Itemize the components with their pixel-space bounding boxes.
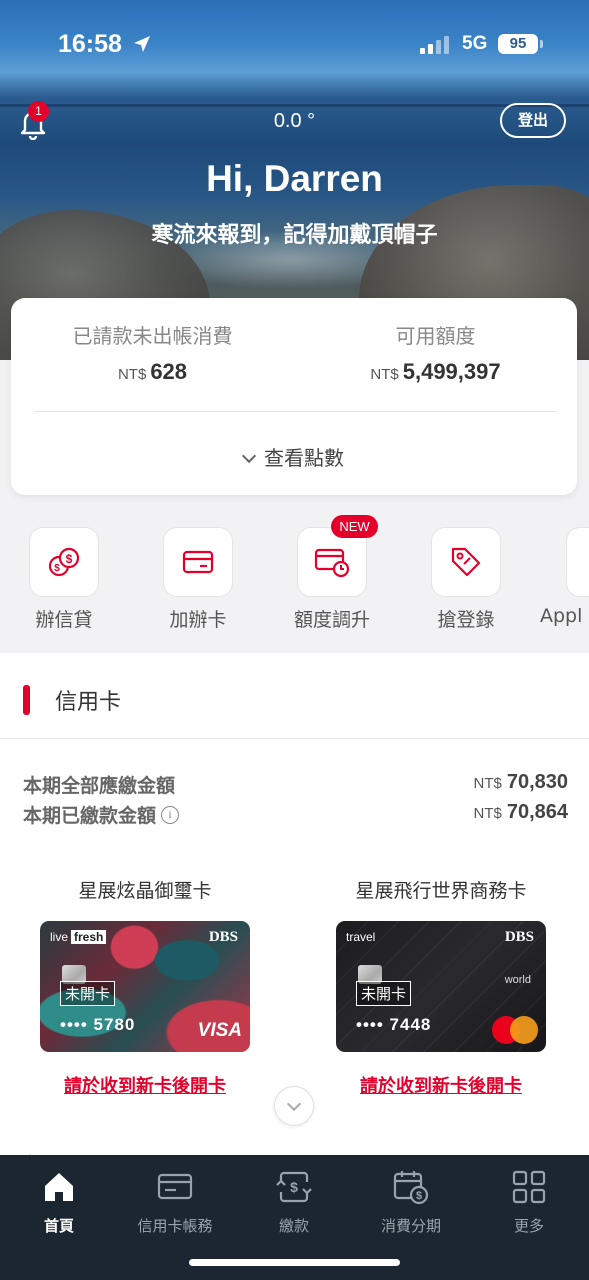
location-arrow-icon bbox=[134, 36, 150, 52]
unbilled-amount: 628 bbox=[150, 359, 188, 384]
status-time: 16:58 bbox=[58, 30, 122, 58]
tab-label: 首頁 bbox=[43, 1217, 74, 1235]
svg-text:$: $ bbox=[416, 1190, 422, 1202]
quick-action-add-card[interactable]: 加辦卡 bbox=[138, 527, 258, 632]
total-due-amount: 70,830 bbox=[506, 771, 568, 793]
section-accent-bar bbox=[23, 685, 30, 715]
info-icon[interactable]: i bbox=[161, 805, 180, 824]
card-image[interactable]: travel DBS world 未開卡 •••• 7448 bbox=[336, 921, 546, 1052]
section-title: 信用卡 bbox=[55, 690, 122, 715]
expand-cards-button[interactable] bbox=[274, 1086, 314, 1126]
quick-action-label: Appl bbox=[540, 605, 583, 627]
sea-horizon bbox=[0, 104, 589, 107]
paid-amount: 70,864 bbox=[506, 801, 568, 823]
tab-label: 更多 bbox=[513, 1217, 544, 1235]
activate-card-link[interactable]: 請於收到新卡後開卡 bbox=[311, 1072, 571, 1098]
signal-icon bbox=[420, 36, 449, 54]
tab-installment[interactable]: $ 消費分期 bbox=[352, 1167, 470, 1236]
unbilled-block: 已請款未出帳消費 NT$ 628 bbox=[11, 320, 294, 385]
section-divider bbox=[0, 738, 589, 739]
status-bar: 16:58 5G 95 bbox=[0, 30, 589, 60]
card-number: •••• 7448 bbox=[356, 1015, 432, 1034]
quick-action-loan[interactable]: $ $ 辦信貸 bbox=[4, 527, 124, 632]
paid-label: 本期已繳款金額 bbox=[23, 805, 157, 827]
home-indicator[interactable] bbox=[189, 1259, 400, 1266]
payment-icon: $ bbox=[276, 1171, 312, 1203]
card-item[interactable]: 星展炫晶御璽卡 live fresh DBS 未開卡 •••• 5780 VISA… bbox=[15, 876, 275, 1098]
quick-action-limit-increase[interactable]: 額度調升 bbox=[272, 527, 392, 632]
coins-icon: $ $ bbox=[48, 547, 80, 577]
unbilled-currency: NT$ bbox=[117, 366, 147, 383]
card-tier: world bbox=[504, 974, 531, 986]
tab-credit-billing[interactable]: 信用卡帳務 bbox=[116, 1167, 234, 1236]
svg-text:$: $ bbox=[290, 1179, 298, 1195]
total-due-label: 本期全部應繳金額 bbox=[23, 775, 176, 797]
card-number: •••• 5780 bbox=[60, 1015, 136, 1034]
tab-more[interactable]: 更多 bbox=[470, 1167, 588, 1236]
tag-icon bbox=[451, 547, 481, 577]
new-badge: NEW bbox=[331, 515, 378, 538]
available-block: 可用額度 NT$ 5,499,397 bbox=[294, 320, 577, 385]
card-clock-icon bbox=[314, 548, 350, 578]
quick-action-register[interactable]: 搶登錄 bbox=[406, 527, 526, 632]
card-brand: live fresh bbox=[50, 930, 107, 944]
available-label: 可用額度 bbox=[395, 324, 476, 348]
dbs-logo: DBS bbox=[208, 929, 238, 945]
card-image[interactable]: live fresh DBS 未開卡 •••• 5780 VISA bbox=[40, 921, 250, 1052]
card-name: 星展飛行世界商務卡 bbox=[355, 880, 527, 902]
card-status: 未開卡 bbox=[60, 981, 116, 1006]
view-points-label: 查看點數 bbox=[264, 446, 344, 470]
card-item[interactable]: 星展飛行世界商務卡 travel DBS world 未開卡 •••• 7448… bbox=[311, 876, 571, 1098]
chevron-down-icon bbox=[286, 1096, 302, 1112]
network-type: 5G bbox=[462, 33, 488, 54]
visa-logo: VISA bbox=[197, 1020, 242, 1041]
available-currency: NT$ bbox=[370, 366, 399, 383]
home-icon bbox=[45, 1173, 73, 1201]
installment-icon: $ bbox=[393, 1171, 429, 1205]
total-due-row: 本期全部應繳金額 NT$ 70,830 bbox=[23, 771, 568, 799]
tab-label: 繳款 bbox=[278, 1217, 309, 1235]
battery-indicator: 95 bbox=[498, 34, 543, 54]
total-due-currency: NT$ bbox=[473, 775, 502, 792]
svg-text:$: $ bbox=[54, 563, 60, 574]
tab-label: 消費分期 bbox=[380, 1217, 441, 1235]
grid-icon bbox=[512, 1170, 546, 1204]
quick-action-label: 搶登錄 bbox=[437, 609, 495, 631]
credit-card-icon bbox=[157, 1173, 193, 1200]
quick-action-apple-pay[interactable]: Appl bbox=[530, 527, 589, 627]
tab-payment[interactable]: $ 繳款 bbox=[235, 1167, 353, 1236]
greeting-subtitle: 寒流來報到，記得加戴頂帽子 bbox=[151, 223, 438, 248]
quick-action-label: 額度調升 bbox=[293, 609, 370, 631]
chevron-down-icon bbox=[241, 448, 257, 464]
account-summary-card: 已請款未出帳消費 NT$ 628 可用額度 NT$ 5,499,397 查看點數 bbox=[11, 298, 577, 495]
mastercard-logo bbox=[492, 1016, 538, 1044]
available-amount: 5,499,397 bbox=[402, 359, 501, 384]
activate-card-link[interactable]: 請於收到新卡後開卡 bbox=[15, 1072, 275, 1098]
dbs-logo: DBS bbox=[504, 929, 534, 945]
paid-row: 本期已繳款金額 i NT$ 70,864 bbox=[23, 801, 568, 829]
tab-home[interactable]: 首頁 bbox=[0, 1167, 118, 1236]
quick-actions: $ $ 辦信貸 加辦卡 額度調升 搶登錄 Appl bbox=[0, 527, 589, 637]
card-icon bbox=[182, 550, 214, 574]
card-name: 星展炫晶御璽卡 bbox=[78, 880, 212, 902]
summary-divider bbox=[34, 411, 557, 412]
quick-action-label: 辦信貸 bbox=[35, 609, 93, 631]
view-points-button[interactable]: 查看點數 bbox=[11, 442, 577, 471]
quick-action-label: 加辦卡 bbox=[169, 609, 227, 631]
paid-currency: NT$ bbox=[473, 805, 502, 822]
card-brand: travel bbox=[346, 930, 376, 944]
tab-label: 信用卡帳務 bbox=[137, 1217, 213, 1235]
greeting-title: Hi, Darren bbox=[206, 158, 383, 199]
unbilled-label: 已請款未出帳消費 bbox=[72, 324, 233, 348]
svg-text:$: $ bbox=[66, 552, 73, 566]
card-status: 未開卡 bbox=[356, 981, 412, 1006]
apple-pay-icon bbox=[566, 527, 589, 597]
logout-button[interactable]: 登出 bbox=[500, 103, 566, 138]
